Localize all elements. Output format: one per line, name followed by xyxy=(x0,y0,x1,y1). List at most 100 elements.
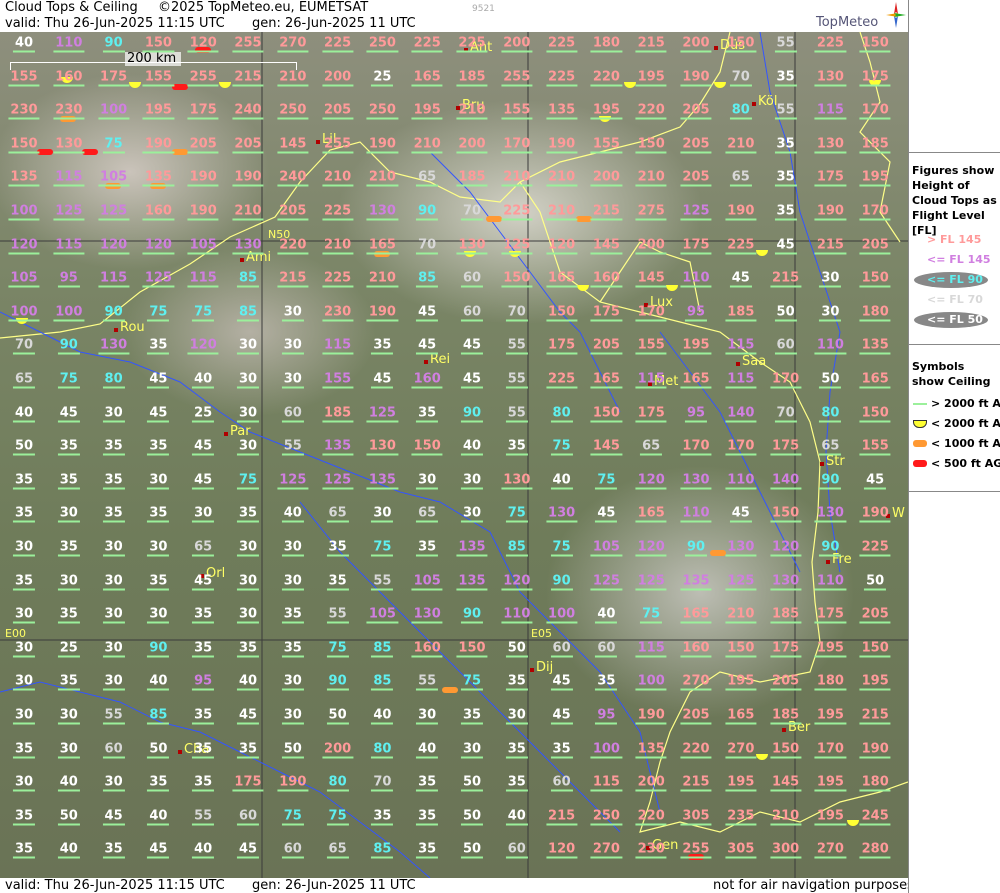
cloud-top-value: 250 xyxy=(590,808,623,826)
cloud-top-value: 125 xyxy=(53,203,85,221)
cloud-tops-map[interactable]: 200 km N50 E00 E05 Ant Düs Bru Köl Lil Ami Lux… xyxy=(0,32,908,878)
cloud-top-value: 210 xyxy=(322,237,354,255)
cloud-top-value: 110 xyxy=(680,270,712,288)
cloud-top-value: 230 xyxy=(635,841,667,859)
cloud-top-value: 120 xyxy=(635,539,667,557)
cloud-top-value: 190 xyxy=(635,707,667,725)
cloud-top-value: 65 xyxy=(819,438,842,456)
cloud-top-value: 240 xyxy=(277,169,309,187)
cloud-top-value: 210 xyxy=(635,169,667,187)
valid-time: valid: Thu 26-Jun-2025 11:15 UTC xyxy=(5,16,225,31)
cloud-top-value: 65 xyxy=(416,169,439,187)
cloud-top-value: 220 xyxy=(277,237,309,255)
cloud-top-value: 30 xyxy=(102,539,125,557)
cloud-top-value: 30 xyxy=(281,371,304,389)
cloud-top-value: 30 xyxy=(12,539,36,557)
cloud-top-value: 25 xyxy=(371,69,394,87)
cloud-top-value: 150 xyxy=(501,270,533,288)
cloud-top-value: 30 xyxy=(102,673,125,691)
cloud-top-value: 45 xyxy=(595,505,618,523)
cloud-top-value: 30 xyxy=(236,539,260,557)
cloud-top-value: 195 xyxy=(814,640,847,658)
cloud-top-value: 150 xyxy=(725,35,757,53)
cloud-top-value: 210 xyxy=(232,203,264,221)
cloud-top-value: 50 xyxy=(460,841,484,859)
cloud-top-value: 185 xyxy=(770,707,802,725)
cloud-top-value: 70 xyxy=(460,203,484,221)
cloud-top-value: 30 xyxy=(102,640,125,658)
cloud-top-value: 185 xyxy=(456,69,488,87)
cloud-top-value: 60 xyxy=(236,808,260,826)
cloud-top-value: 200 xyxy=(456,136,488,154)
cloud-top-value: 35 xyxy=(371,337,394,355)
cloud-top-value: 170 xyxy=(680,438,712,456)
cloud-top-value: 100 xyxy=(635,673,667,691)
city-label: Köl xyxy=(758,94,778,109)
cloud-top-value: 30 xyxy=(236,606,260,624)
cloud-top-value: 205 xyxy=(277,203,309,221)
cloud-top-value: 225 xyxy=(546,371,578,389)
cloud-top-value: 250 xyxy=(366,102,399,120)
cloud-top-value: 55 xyxy=(774,35,797,53)
cloud-top-value: 35 xyxy=(774,169,797,187)
border-line xyxy=(519,181,908,833)
cloud-top-value: 95 xyxy=(192,673,215,691)
cloud-top-value: 185 xyxy=(456,169,488,187)
cloud-top-value: 95 xyxy=(595,707,618,725)
cloud-top-value: 195 xyxy=(859,673,891,691)
cloud-top-value: 180 xyxy=(590,35,623,53)
cloud-top-value: 190 xyxy=(859,505,891,523)
cloud-top-value: 190 xyxy=(725,203,757,221)
cloud-top-value: 190 xyxy=(680,69,712,87)
cloud-top-value: 210 xyxy=(546,169,578,187)
cloud-top-value: 30 xyxy=(281,673,304,691)
cloud-top-value: 165 xyxy=(725,707,757,725)
cloud-top-value: 165 xyxy=(680,371,712,389)
cloud-top-value: 130 xyxy=(366,438,399,456)
cloud-top-value: 175 xyxy=(590,304,623,322)
cloud-top-value: 180 xyxy=(859,774,891,792)
cloud-top-value: 35 xyxy=(505,774,528,792)
cloud-top-value: 165 xyxy=(859,371,891,389)
cloud-top-value: 80 xyxy=(102,371,125,389)
cloud-top-value: 255 xyxy=(501,69,533,87)
cloud-top-value: 40 xyxy=(550,472,573,490)
cloud-top-value: 120 xyxy=(142,237,175,255)
cloud-top-value: 120 xyxy=(635,472,667,490)
cloud-top-value: 165 xyxy=(635,505,667,523)
cloud-top-value: 75 xyxy=(147,304,170,322)
cloud-top-value: 115 xyxy=(725,371,757,389)
cloud-top-value: 150 xyxy=(859,640,891,658)
legend-ceiling-item: < 1000 ft AGL xyxy=(931,437,1000,450)
cloud-top-value: 60 xyxy=(281,405,304,423)
city-marker xyxy=(714,46,718,50)
cloud-top-value: 155 xyxy=(590,136,623,154)
map-title: Cloud Tops & Ceiling xyxy=(5,0,138,15)
cloud-top-value: 110 xyxy=(725,472,757,490)
cloud-top-value: 50 xyxy=(819,371,842,389)
cloud-top-value: 45 xyxy=(192,472,215,490)
cloud-top-value: 135 xyxy=(635,741,667,759)
cloud-top-value: 190 xyxy=(366,304,399,322)
image-code: 9521 xyxy=(472,4,495,14)
ceiling-symbol xyxy=(82,149,98,155)
cloud-top-value: 130 xyxy=(53,136,85,154)
cloud-top-value: 115 xyxy=(814,102,847,120)
cloud-top-value: 115 xyxy=(322,337,354,355)
city-label: Dij xyxy=(536,660,554,675)
cloud-top-value: 40 xyxy=(371,707,394,725)
cloud-top-value: 95 xyxy=(684,304,708,322)
cloud-top-value: 60 xyxy=(281,841,304,859)
cloud-top-value: 30 xyxy=(371,505,394,523)
cloud-top-value: 165 xyxy=(411,69,443,87)
cloud-top-value: 120 xyxy=(546,841,578,859)
cloud-top-value: 45 xyxy=(729,505,752,523)
cloud-top-value: 270 xyxy=(725,741,757,759)
cloud-top-value: 35 xyxy=(774,136,797,154)
cloud-top-value: 40 xyxy=(147,673,170,691)
city-marker xyxy=(782,728,786,732)
cloud-top-value: 170 xyxy=(725,438,757,456)
cloud-top-value: 45 xyxy=(550,707,573,725)
cloud-top-value: 225 xyxy=(501,203,533,221)
cloud-top-value: 205 xyxy=(680,136,712,154)
